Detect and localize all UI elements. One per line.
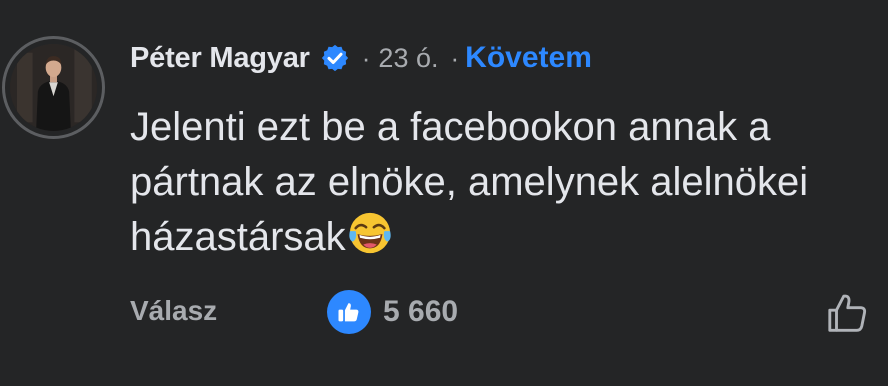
thumbs-up-outline-icon[interactable] xyxy=(825,290,871,336)
verified-badge-icon xyxy=(320,43,350,73)
comment-text-line: pártnak az elnöke, amelynek alelnökei xyxy=(130,160,809,204)
comment-text-line: Jelenti ezt be a facebookon annak a xyxy=(130,105,771,149)
reaction-summary[interactable]: 5 660 xyxy=(327,290,458,334)
author-name[interactable]: Péter Magyar xyxy=(130,42,310,75)
avatar[interactable] xyxy=(10,44,97,131)
like-reaction-icon xyxy=(327,290,371,334)
comment-text: Jelenti ezt be a facebookon annak a párt… xyxy=(130,100,880,265)
comment-timestamp[interactable]: 23 ó. xyxy=(378,43,438,74)
reaction-count: 5 660 xyxy=(383,295,459,328)
avatar-ring[interactable] xyxy=(2,36,105,139)
face-with-tears-of-joy-icon xyxy=(347,210,393,256)
comment-header: Péter Magyar · 23 ó. · Követem xyxy=(130,38,592,78)
separator-dot: · xyxy=(361,42,371,73)
separator-dot: · xyxy=(450,42,460,73)
follow-button[interactable]: Követem xyxy=(465,41,592,75)
comment-actions: Válasz 5 660 xyxy=(130,290,875,336)
avatar-photo xyxy=(10,44,97,131)
comment-text-line: házastársak xyxy=(130,210,880,265)
comment-text-line-content: házastársak xyxy=(130,215,346,259)
reply-button[interactable]: Válasz xyxy=(130,295,217,327)
